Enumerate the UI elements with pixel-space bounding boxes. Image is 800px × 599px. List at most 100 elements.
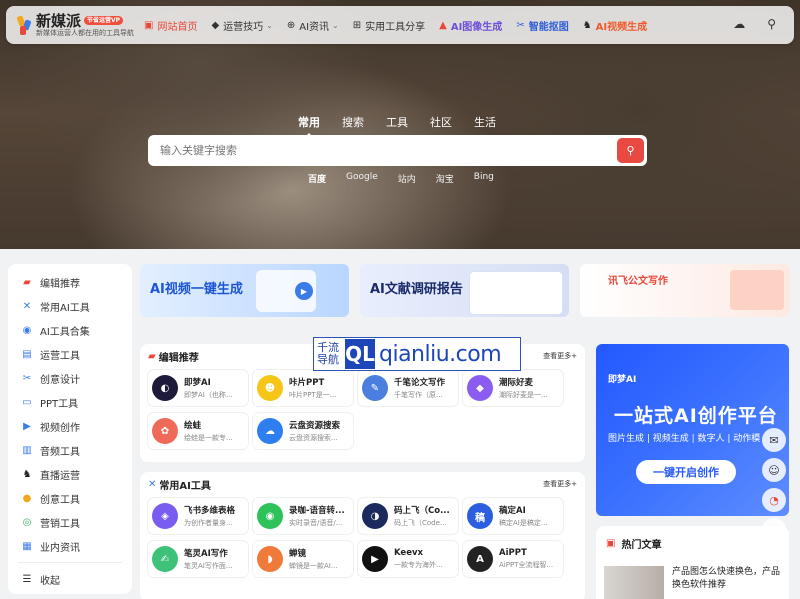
tool-logo-icon: ◐ bbox=[152, 375, 178, 401]
nav-cutout[interactable]: ✂ 智能抠图 bbox=[516, 18, 568, 33]
sidebar-item-video[interactable]: ▶ 视频创作 bbox=[8, 414, 132, 438]
marketing-icon: ◎ bbox=[22, 516, 32, 528]
tool-desc: 千笔写作（原... bbox=[394, 391, 443, 399]
video-icon: ▶ bbox=[23, 420, 31, 432]
image-gen-icon: ▲ bbox=[439, 19, 447, 31]
nav-ai-news[interactable]: ⊕ AI资讯 ⌄ bbox=[287, 18, 339, 33]
news-icon: ▦ bbox=[22, 540, 32, 552]
ad-logo: 即梦AI bbox=[608, 375, 637, 385]
tool-desc: 一款专为海外... bbox=[394, 561, 443, 569]
banner-doc-preview bbox=[470, 272, 562, 314]
nav-home[interactable]: ▣ 网站首页 bbox=[144, 18, 197, 33]
search-icon[interactable]: ⚲ bbox=[767, 17, 776, 31]
main-nav: ▣ 网站首页 ◆ 运营技巧 ⌄ ⊕ AI资讯 ⌄ ⊞ 实用工具分享 ▲ AI图像生成 ✂ 智能抠… bbox=[144, 18, 661, 33]
qq-icon[interactable]: ☺ bbox=[762, 458, 786, 482]
tools-icon: ✕ bbox=[22, 300, 32, 312]
sidebar-item-audio[interactable]: ▥ 音频工具 bbox=[8, 438, 132, 462]
tool-card[interactable]: ◉ 录咖-语音转... 实时录音/语音/... bbox=[253, 498, 353, 534]
ppt-icon: ▭ bbox=[22, 396, 32, 408]
engine-bing[interactable]: Bing bbox=[474, 172, 494, 185]
sidebar-collapse[interactable]: ☰ 收起 bbox=[8, 567, 132, 591]
sidebar-item-ops[interactable]: ▤ 运营工具 bbox=[8, 342, 132, 366]
search-icon: ⚲ bbox=[626, 144, 635, 157]
tool-desc: 稿定AI是稿定... bbox=[499, 519, 548, 527]
tool-card[interactable]: 稿稿定AI 稿定AI是稿定... bbox=[463, 498, 563, 534]
nav-ai-video[interactable]: ♞ AI视频生成 bbox=[583, 18, 647, 33]
chevron-down-icon: ⌄ bbox=[332, 20, 339, 30]
site-logo[interactable]: 新媒派 节省运营VP 新媒体运营人都在用的工具导航 bbox=[16, 13, 136, 38]
tool-desc: 为创作者量身... bbox=[184, 519, 233, 527]
tool-card[interactable]: ◐ 即梦AI 即梦AI（也称... bbox=[148, 370, 248, 406]
tool-logo-icon: ▶ bbox=[362, 546, 388, 572]
engine-google[interactable]: Google bbox=[346, 172, 378, 185]
sidebar-item-live[interactable]: ♞ 直播运营 bbox=[8, 462, 132, 486]
cloud-icon[interactable]: ☁ bbox=[733, 17, 745, 31]
nav-tips[interactable]: ◆ 运营技巧 ⌄ bbox=[211, 18, 272, 33]
watermark-domain: qianliu.com bbox=[379, 341, 502, 367]
weibo-icon[interactable]: ◔ bbox=[762, 488, 786, 512]
tool-card[interactable]: ◑ 码上飞（Co... 码上飞（Code... bbox=[358, 498, 458, 534]
tool-name: Keevx bbox=[394, 548, 423, 558]
top-icons: ☁ ⚲ bbox=[733, 17, 776, 31]
design-icon: ✂ bbox=[22, 372, 32, 384]
sidebar-item-ppt[interactable]: ▭ PPT工具 bbox=[8, 390, 132, 414]
tool-desc: 码上飞（Code... bbox=[394, 519, 447, 527]
engine-site[interactable]: 站内 bbox=[398, 172, 416, 185]
nav-ai-image[interactable]: ▲ AI图像生成 bbox=[439, 18, 502, 33]
sidebar-divider bbox=[18, 562, 122, 563]
tool-card[interactable]: ✿ 绘蛙 绘蛙是一款专... bbox=[148, 413, 248, 449]
floating-toolbar: ✉ ☺ ◔ ☀ bbox=[762, 428, 786, 542]
sidebar-item-editor[interactable]: ▰ 编辑推荐 bbox=[8, 270, 132, 294]
sidebar-item-design[interactable]: ✂ 创意设计 bbox=[8, 366, 132, 390]
tool-logo-icon: ◆ bbox=[467, 375, 493, 401]
search-input[interactable] bbox=[160, 135, 600, 166]
view-more-link[interactable]: 查看更多+ bbox=[543, 479, 577, 489]
hot-icon: ▰ bbox=[148, 350, 156, 362]
nav-tools-share[interactable]: ⊞ 实用工具分享 bbox=[353, 18, 425, 33]
sidebar-item-common-ai[interactable]: ✕ 常用AI工具 bbox=[8, 294, 132, 318]
tool-card[interactable]: ◗ 蝉镜 蝉镜是一款AI... bbox=[253, 541, 353, 577]
tool-logo-icon: ☁ bbox=[257, 418, 283, 444]
play-icon: ▶ bbox=[295, 282, 313, 300]
tool-logo-icon: ◈ bbox=[152, 503, 178, 529]
tool-card[interactable]: ✎ 千笔论文写作 千笔写作（原... bbox=[358, 370, 458, 406]
sidebar-item-marketing[interactable]: ◎ 营销工具 bbox=[8, 510, 132, 534]
fire-icon: ▣ bbox=[144, 19, 154, 31]
tool-name: 飞书多维表格 bbox=[184, 506, 236, 516]
tool-card[interactable]: ☁ 云盘资源搜索 云盘资源搜索... bbox=[253, 413, 353, 449]
tool-name: 绘蛙 bbox=[184, 421, 202, 431]
tool-card[interactable]: ✍ 笔灵AI写作 笔灵AI写作面... bbox=[148, 541, 248, 577]
ad-cta-button[interactable]: 一键开启创作 bbox=[636, 460, 736, 484]
tool-name: 录咖-语音转... bbox=[289, 506, 345, 516]
sidebar-item-news[interactable]: ▦ 业内资讯 bbox=[8, 534, 132, 558]
tools-icon: ✕ bbox=[148, 478, 157, 490]
sidebar-item-creative[interactable]: ● 创意工具 bbox=[8, 486, 132, 510]
tool-desc: 实时录音/语音/... bbox=[289, 519, 343, 527]
bulb-icon: ● bbox=[22, 492, 32, 504]
wechat-icon[interactable]: ✉ bbox=[762, 428, 786, 452]
view-more-link[interactable]: 查看更多+ bbox=[543, 351, 577, 361]
ad-banner[interactable]: 即梦AI 一站式AI创作平台 图片生成 | 视频生成 | 数字人 | 动作模 一… bbox=[596, 344, 789, 516]
tool-card[interactable]: ▶ Keevx 一款专为海外... bbox=[358, 541, 458, 577]
banner-ai-video[interactable]: AI视频一键生成 ▶ bbox=[140, 264, 349, 317]
tool-card[interactable]: ☻ 咔片PPT 咔片PPT是一... bbox=[253, 370, 353, 406]
chevron-down-icon: ⌄ bbox=[266, 20, 273, 30]
tool-card[interactable]: A AiPPT AiPPT全流程智... bbox=[463, 541, 563, 577]
tool-logo-icon: A bbox=[467, 546, 493, 572]
article-thumbnail[interactable] bbox=[604, 566, 664, 599]
tool-card[interactable]: ◆ 潮际好麦 潮际好麦是一... bbox=[463, 370, 563, 406]
banner-ai-report[interactable]: AI文献调研报告 bbox=[360, 264, 569, 317]
search-button[interactable]: ⚲ bbox=[617, 138, 644, 163]
banner-xunfei[interactable]: 讯飞公文写作 bbox=[580, 264, 790, 317]
logo-title: 新媒派 bbox=[36, 11, 82, 30]
article-title[interactable]: 产品图怎么快速换色，产品换色软件推荐 bbox=[672, 566, 782, 592]
tool-card[interactable]: ◈ 飞书多维表格 为创作者量身... bbox=[148, 498, 248, 534]
engine-taobao[interactable]: 淘宝 bbox=[436, 172, 454, 185]
search-engines: 百度 Google 站内 淘宝 Bing bbox=[308, 172, 494, 185]
tool-desc: 咔片PPT是一... bbox=[289, 391, 337, 399]
sidebar-item-ai-collection[interactable]: ◉ AI工具合集 bbox=[8, 318, 132, 342]
tool-desc: 蝉镜是一款AI... bbox=[289, 562, 338, 570]
tool-logo-icon: ✍ bbox=[152, 546, 178, 572]
hot-icon: ▰ bbox=[23, 276, 31, 288]
engine-baidu[interactable]: 百度 bbox=[308, 172, 326, 185]
